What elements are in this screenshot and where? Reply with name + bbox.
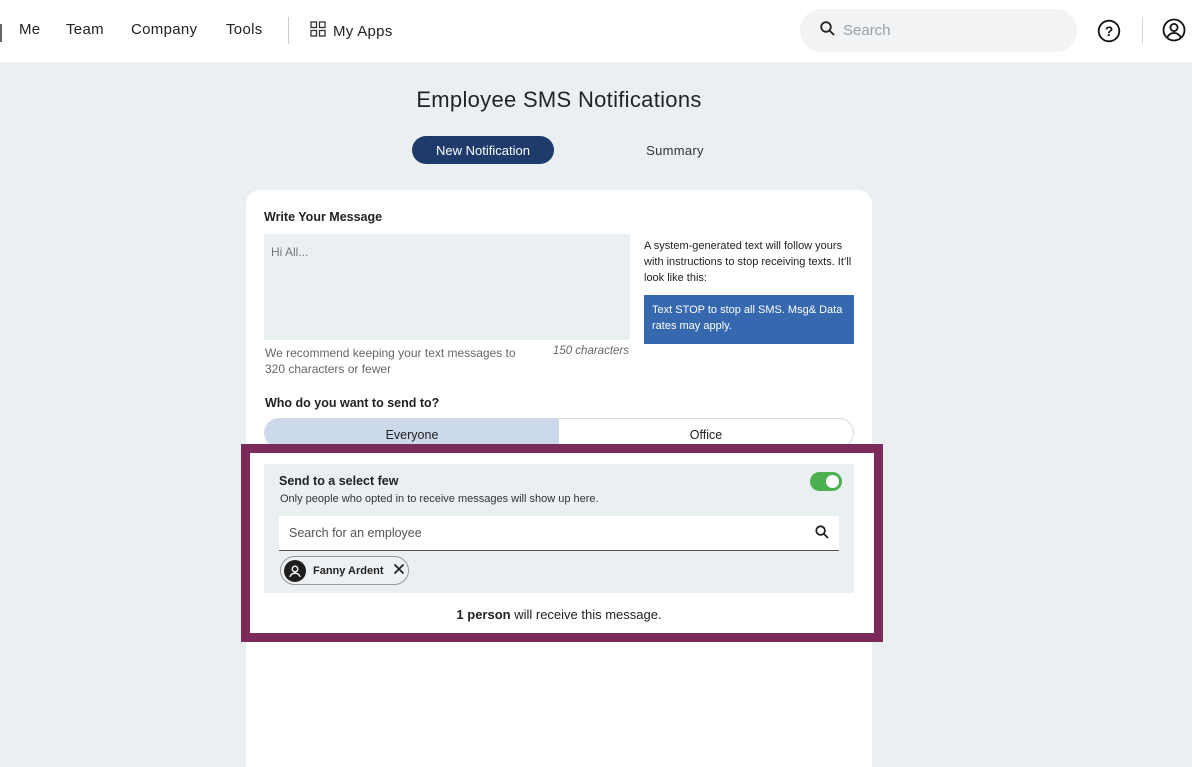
employee-search-input[interactable] <box>289 526 799 540</box>
system-text-note: A system-generated text will follow your… <box>644 240 852 284</box>
toggle-knob <box>826 475 839 488</box>
selected-employee-chip: Fanny Ardent <box>280 556 409 585</box>
select-few-title: Send to a select few <box>279 474 399 488</box>
profile-button[interactable] <box>1162 18 1186 47</box>
stop-text-preview: Text STOP to stop all SMS. Msg& Data rat… <box>644 295 854 344</box>
audience-option-everyone[interactable]: Everyone <box>265 419 559 447</box>
global-search-input[interactable] <box>843 22 1063 39</box>
help-icon: ? <box>1097 19 1121 47</box>
search-icon <box>820 20 835 41</box>
message-label: Write Your Message <box>264 210 383 224</box>
avatar <box>284 559 306 582</box>
employee-search[interactable] <box>279 516 839 551</box>
select-few-toggle[interactable] <box>810 472 842 491</box>
audience-option-office[interactable]: Office <box>559 419 853 447</box>
nav-link-team[interactable]: Team <box>66 21 104 38</box>
nav-link-tools[interactable]: Tools <box>226 21 263 38</box>
tab-summary[interactable]: Summary <box>604 136 746 164</box>
top-nav: Me Team Company Tools My Apps ? <box>0 0 1192 62</box>
user-circle-icon <box>1162 18 1186 46</box>
recipient-summary-text: will receive this message. <box>510 607 662 622</box>
nav-link-company[interactable]: Company <box>131 21 197 38</box>
character-count: 150 characters <box>552 345 629 357</box>
global-search[interactable] <box>800 9 1077 52</box>
message-recommendation: We recommend keeping your text messages … <box>265 346 516 376</box>
nav-link-me[interactable]: Me <box>19 21 40 38</box>
message-textarea[interactable] <box>264 234 630 340</box>
my-apps-button[interactable]: My Apps <box>310 21 393 42</box>
tab-new-notification[interactable]: New Notification <box>412 136 554 164</box>
audience-label: Who do you want to send to? <box>265 396 440 410</box>
search-icon[interactable] <box>815 525 829 544</box>
recipient-summary: 1 person will receive this message. <box>264 607 854 622</box>
page-title: Employee SMS Notifications <box>416 87 702 112</box>
help-button[interactable]: ? <box>1097 19 1121 48</box>
chip-employee-name: Fanny Ardent <box>313 564 384 577</box>
nav-divider-right <box>1142 17 1143 44</box>
my-apps-label: My Apps <box>333 23 393 40</box>
recipient-count: 1 person <box>456 607 511 622</box>
remove-employee-button[interactable] <box>393 562 405 580</box>
grid-icon <box>310 21 326 42</box>
close-icon <box>393 562 405 580</box>
nav-edge-marker <box>0 24 2 42</box>
nav-divider <box>288 17 289 44</box>
select-few-subtitle: Only people who opted in to receive mess… <box>280 493 599 505</box>
svg-text:?: ? <box>1105 23 1114 39</box>
